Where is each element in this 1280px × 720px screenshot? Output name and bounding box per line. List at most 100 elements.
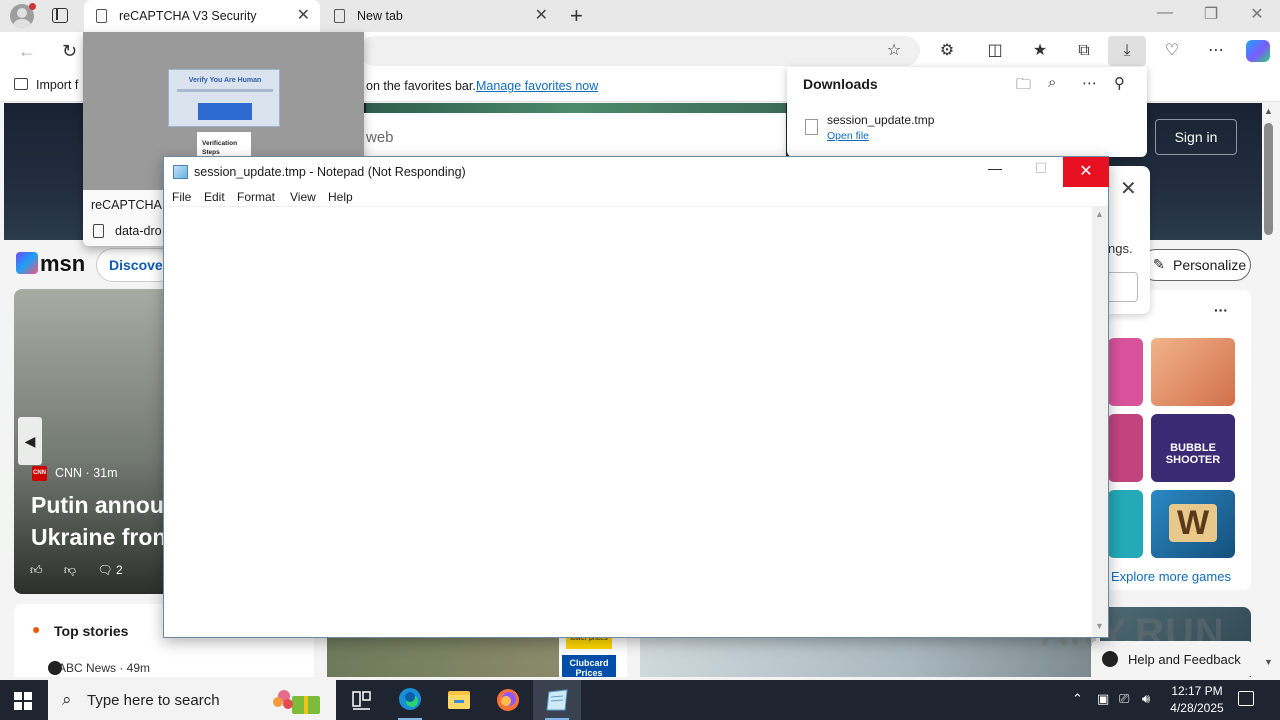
ad-clubcard: Clubcard Prices	[562, 655, 616, 677]
news-thumbnail[interactable]	[327, 635, 559, 677]
game-tile-green[interactable]	[1108, 490, 1143, 558]
restore-window-icon[interactable]: ❐	[1188, 4, 1234, 24]
dislike-icon[interactable]: 👎︎	[64, 563, 76, 577]
show-hidden-icons-icon[interactable]: ⌃	[1072, 691, 1083, 707]
downloads-flyout: Downloads 🗀 ⌕ ⋯ ⚲ session_update.tmp Ope…	[787, 67, 1147, 157]
system-clock[interactable]: 12:17 PM 4/28/2025	[1160, 683, 1234, 717]
refresh-icon[interactable]: ↻	[62, 41, 77, 62]
profile-notification-dot	[29, 3, 36, 10]
favorite-star-icon[interactable]: ☆	[882, 40, 906, 62]
back-arrow-icon[interactable]: ←	[18, 41, 36, 62]
pin-icon[interactable]: ⚲	[1114, 74, 1125, 92]
notification-center-icon[interactable]	[1238, 691, 1254, 706]
page-scroll-thumb[interactable]	[1264, 123, 1273, 235]
notepad-window: session_update.tmp - Notepad (Not Respon…	[163, 156, 1109, 638]
download-file-name[interactable]: session_update.tmp	[827, 113, 934, 127]
windows-start-icon[interactable]	[14, 692, 32, 710]
preview-url: data-dro	[115, 224, 162, 238]
close-icon[interactable]: ✕	[1063, 157, 1109, 187]
new-tab-plus-icon[interactable]: +	[570, 5, 583, 27]
news-headline[interactable]: Putin annou Ukraine fron	[31, 489, 171, 553]
task-view-icon[interactable]	[337, 680, 385, 720]
games-more-icon[interactable]: ···	[1214, 302, 1228, 318]
popup-close-icon[interactable]: ✕	[1120, 176, 1137, 201]
news-thumbnail[interactable]	[640, 635, 1091, 677]
carousel-prev-icon[interactable]: ◀	[18, 417, 42, 465]
game-tile-doctor[interactable]	[1151, 338, 1235, 406]
browser-essentials-icon[interactable]: ♡	[1160, 40, 1184, 62]
import-label: Import f	[36, 78, 79, 92]
flame-icon: ●	[32, 621, 41, 637]
tab-recaptcha[interactable]: reCAPTCHA V3 Security ✕	[84, 0, 320, 32]
collections-icon[interactable]: ⧉	[1072, 40, 1096, 62]
game-tile-word[interactable]: W	[1151, 490, 1235, 558]
help-feedback-label: Help and Feedback	[1128, 652, 1241, 667]
popup-input[interactable]	[1108, 272, 1138, 302]
story-source: ABC News · 49m	[47, 661, 151, 675]
menu-view[interactable]: View	[290, 190, 316, 204]
game-tile-puck[interactable]	[1108, 414, 1143, 482]
manage-favorites-link[interactable]: Manage favorites now	[476, 79, 598, 93]
firefox-icon[interactable]	[484, 680, 532, 720]
clock-time: 12:17 PM	[1171, 684, 1223, 698]
preview-card-button	[198, 103, 252, 120]
volume-icon[interactable]: 🔊︎	[1142, 691, 1150, 707]
help-feedback-button[interactable]: Help and Feedback	[1092, 641, 1252, 677]
scroll-up-icon[interactable]: ▲	[1264, 106, 1273, 116]
page-icon	[93, 224, 104, 238]
menu-file[interactable]: File	[172, 190, 191, 204]
open-folder-icon[interactable]: 🗀	[1016, 74, 1031, 99]
tab-actions-icon[interactable]	[52, 8, 68, 23]
split-screen-icon[interactable]: ◫	[983, 40, 1007, 62]
explore-games-link[interactable]: Explore more games	[1111, 569, 1231, 584]
file-explorer-icon[interactable]	[435, 680, 483, 720]
open-file-link[interactable]: Open file	[827, 130, 869, 142]
menu-edit[interactable]: Edit	[204, 190, 225, 204]
import-favorites-button[interactable]: Import f	[14, 78, 78, 92]
game-tile-pink[interactable]	[1108, 338, 1143, 406]
menu-format[interactable]: Format	[237, 190, 275, 204]
msn-logo[interactable]: msn	[16, 251, 85, 277]
favorites-icon[interactable]: ★	[1028, 40, 1052, 62]
import-icon	[14, 78, 28, 90]
extensions-icon[interactable]: ⚙	[935, 40, 959, 62]
web-search-box[interactable]	[362, 113, 786, 161]
close-tab-icon[interactable]: ✕	[297, 8, 310, 24]
menu-help[interactable]: Help	[328, 190, 353, 204]
notepad-title: session_update.tmp - Notepad (Not Respon…	[194, 165, 466, 179]
copilot-icon[interactable]	[1246, 40, 1270, 62]
search-highlight-icon	[273, 690, 320, 714]
game-tile-bubble-shooter[interactable]: BUBBLE SHOOTER	[1151, 414, 1235, 482]
taskbar-search-box[interactable]: ⌕ Type here to search	[48, 680, 336, 720]
close-tab-icon[interactable]: ✕	[535, 8, 548, 24]
notepad-titlebar[interactable]: session_update.tmp - Notepad (Not Respon…	[164, 157, 1109, 187]
top-stories-title[interactable]: Top stories	[54, 623, 128, 639]
tab-new-tab[interactable]: New tab ✕	[322, 0, 558, 32]
downloads-icon[interactable]: ⤓	[1108, 36, 1146, 66]
address-bar[interactable]	[360, 36, 920, 66]
scroll-down-icon[interactable]: ▼	[1095, 621, 1104, 631]
network-icon[interactable]: ⎚	[1119, 691, 1129, 707]
edge-icon[interactable]	[386, 680, 434, 720]
sign-in-button[interactable]: Sign in	[1155, 119, 1237, 155]
minimize-icon[interactable]: —	[980, 160, 1010, 176]
like-icon[interactable]: 👍︎	[30, 563, 43, 577]
battery-icon[interactable]: ▣	[1097, 691, 1109, 707]
maximize-icon[interactable]: ☐	[1026, 160, 1056, 177]
comment-icon[interactable]: 🗨︎ 2	[97, 563, 140, 577]
windows-taskbar: ⌕ Type here to search ⌃ ▣ ⎚ 🔊︎ 12:17 PM …	[0, 680, 1280, 720]
notepad-scrollbar[interactable]	[1092, 207, 1108, 637]
settings-more-icon[interactable]: ⋯	[1204, 40, 1228, 62]
tab-title: reCAPTCHA V3 Security	[119, 9, 257, 23]
search-icon[interactable]: ⌕	[1048, 74, 1056, 91]
scroll-up-icon[interactable]: ▲	[1095, 209, 1104, 219]
close-window-icon[interactable]: ✕	[1234, 4, 1280, 24]
news-source: CNN · 31m	[55, 466, 118, 480]
personalize-button[interactable]: Personalize	[1140, 249, 1251, 281]
minimize-window-icon[interactable]: —	[1142, 4, 1188, 22]
notepad-text-area[interactable]	[164, 207, 1092, 637]
scroll-down-icon[interactable]: ▼	[1264, 657, 1273, 667]
more-options-icon[interactable]: ⋯	[1082, 74, 1097, 92]
search-placeholder: web	[366, 129, 394, 146]
notepad-taskbar-icon[interactable]	[533, 680, 581, 720]
